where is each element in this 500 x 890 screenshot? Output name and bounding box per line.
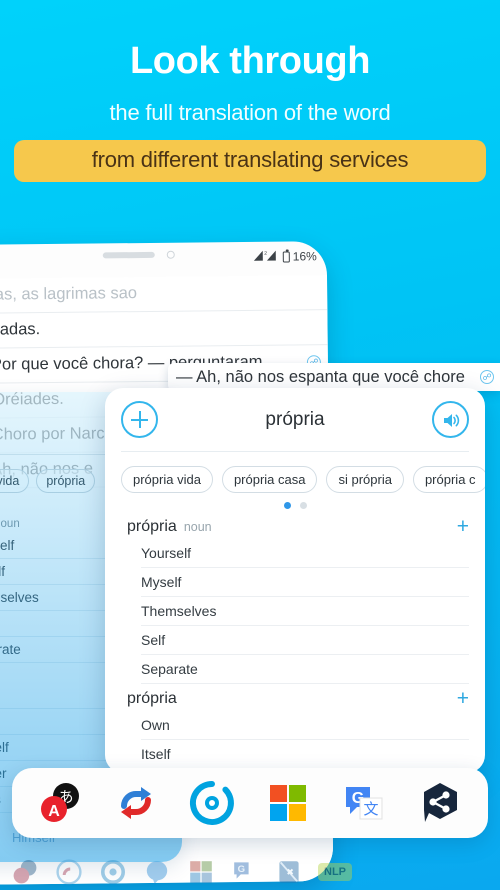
battery-percent: 16% [292, 249, 317, 264]
overlay-text: — Ah, não nos espanta que você chore [176, 367, 465, 386]
faded-services-row: G ✖ NLP [10, 852, 352, 890]
translation-popup-card: própria própria vida própria casa si pró… [105, 388, 485, 773]
hexagon-share-icon[interactable] [415, 778, 465, 828]
dictionary-circle-icon [98, 857, 128, 887]
pagination-dot-active[interactable] [283, 502, 291, 509]
group-word: própria noun [127, 518, 212, 536]
document-translate-icon: ✖ [274, 857, 304, 887]
translation-group: própria noun + Yourself Myself Themselves… [105, 512, 485, 684]
list-item[interactable]: Themselves [141, 597, 469, 626]
svg-text:✖: ✖ [286, 867, 294, 877]
group-header: própria noun + [105, 512, 485, 539]
add-to-dictionary-button[interactable]: + [457, 688, 469, 709]
swap-arrows-icon [54, 857, 84, 887]
group-header: própria + [105, 684, 485, 711]
google-translate-icon[interactable]: G 文 [339, 778, 389, 828]
page-title: Look through [129, 40, 371, 82]
part-of-speech: noun [183, 520, 212, 534]
chip[interactable]: própria c [412, 466, 485, 493]
promo-banner-wrap: from different translating services [0, 139, 500, 182]
promo-header: Look through the full translation of the… [0, 0, 500, 182]
translation-services-bar: あ A G 文 [12, 768, 488, 838]
signal-bars-icon: 2 [253, 250, 280, 264]
list-item[interactable]: Self [141, 626, 469, 655]
doc-line: salgadas. [0, 310, 328, 349]
chip[interactable]: própria vida [121, 466, 213, 493]
promo-subtitle: the full translation of the word [109, 99, 391, 125]
translator-ab-icon[interactable]: あ A [35, 778, 85, 828]
google-translate-icon: G [230, 857, 260, 887]
battery-icon [282, 250, 290, 263]
microsoft-icon[interactable] [263, 778, 313, 828]
card-title: própria [265, 408, 325, 430]
chip[interactable]: si própria [326, 466, 404, 493]
part-of-speech: noun [0, 518, 20, 530]
list-item[interactable]: Itself [141, 740, 469, 769]
word-text: própria [127, 518, 177, 535]
pagination-dots [105, 493, 485, 512]
plus-circle-icon[interactable] [121, 401, 158, 438]
svg-text:G: G [238, 864, 245, 875]
swap-arrows-icon[interactable] [111, 778, 161, 828]
doc-line: ossas, as lagrimas sao [0, 275, 328, 314]
list-item[interactable]: Own [141, 711, 469, 740]
microsoft-icon [186, 857, 216, 887]
overlay-text-line: — Ah, não nos espanta que você chore ☍ [168, 363, 500, 391]
list-item[interactable]: Yourself [141, 539, 469, 568]
speech-bubble-icon [142, 857, 172, 887]
list-item[interactable]: Myself [141, 568, 469, 597]
promo-banner: from different translating services [14, 139, 486, 182]
translator-ab-icon [10, 857, 40, 887]
status-right: 2 16% [253, 249, 317, 264]
promo-screenshot: Look through the full translation of the… [0, 0, 500, 890]
svg-text:文: 文 [363, 800, 378, 818]
speaker-icon[interactable] [432, 401, 469, 438]
chip[interactable]: própria [36, 469, 96, 493]
nlp-badge: NLP [318, 863, 352, 881]
list-item[interactable]: Separate [141, 655, 469, 684]
dictionary-circle-icon[interactable] [187, 778, 237, 828]
translation-group: própria + Own Itself Herself [105, 684, 485, 773]
chip[interactable]: própria casa [221, 466, 318, 493]
svg-text:A: A [48, 803, 60, 820]
status-bar: 9:02 2 16% [0, 249, 327, 267]
group-word: própria [127, 690, 177, 707]
chip[interactable]: própria vida [0, 469, 30, 493]
card-header: própria [105, 388, 485, 451]
svg-text:2: 2 [264, 251, 267, 257]
link-icon[interactable]: ☍ [480, 370, 494, 384]
pagination-dot[interactable] [299, 502, 307, 509]
related-phrases-chips: própria vida própria casa si própria pró… [105, 452, 485, 493]
add-to-dictionary-button[interactable]: + [457, 516, 469, 537]
